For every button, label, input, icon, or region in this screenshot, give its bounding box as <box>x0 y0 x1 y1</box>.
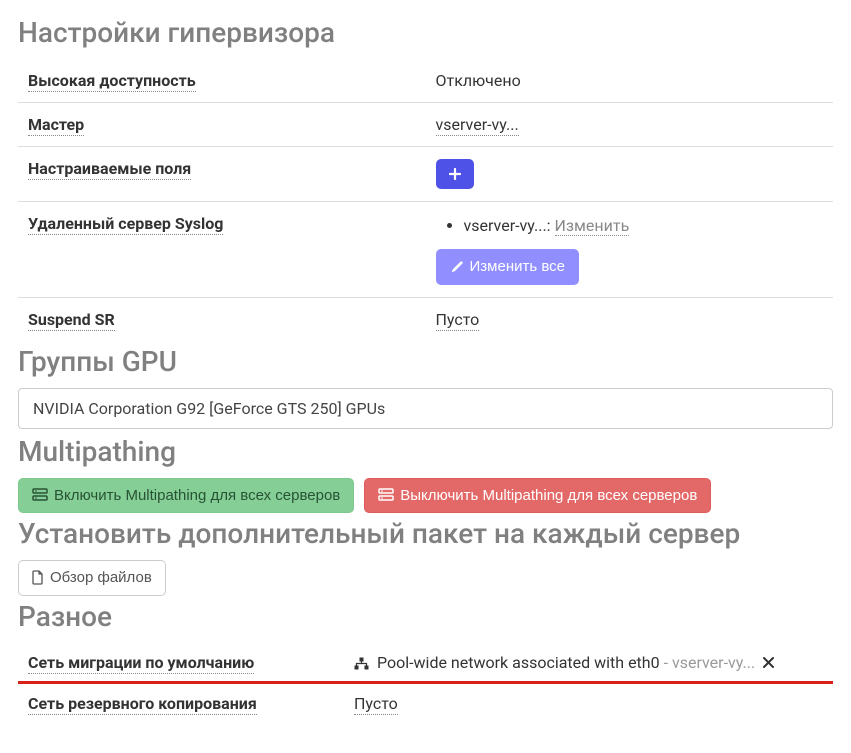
migration-network-value[interactable]: Pool-wide network associated with eth0 <box>377 653 660 672</box>
storage-icon <box>378 488 394 502</box>
install-pack-title: Установить дополнительный пакет на кажды… <box>18 517 833 550</box>
hypervisor-settings-title: Настройки гипервизора <box>18 16 833 49</box>
gpu-group-item[interactable]: NVIDIA Corporation G92 [GeForce GTS 250]… <box>18 388 833 429</box>
plus-icon <box>449 168 461 180</box>
syslog-server-name: vserver-vy... <box>464 216 547 235</box>
file-icon <box>32 570 44 585</box>
misc-table: Сеть миграции по умолчанию Pool-wide net… <box>18 643 833 723</box>
migration-network-row: Сеть миграции по умолчанию Pool-wide net… <box>18 643 833 683</box>
backup-network-row: Сеть резервного копирования Пусто <box>18 682 833 723</box>
clear-migration-network-button[interactable] <box>763 653 774 672</box>
suspend-sr-label: Suspend SR <box>18 297 426 341</box>
master-value[interactable]: vserver-vy... <box>426 103 834 147</box>
network-icon <box>354 657 369 670</box>
edit-all-label: Изменить все <box>470 257 565 277</box>
custom-fields-label: Настраиваемые поля <box>18 147 426 202</box>
add-custom-field-button[interactable] <box>436 159 474 189</box>
suspend-sr-value[interactable]: Пусто <box>426 297 834 341</box>
browse-files-button[interactable]: Обзор файлов <box>18 560 166 596</box>
multipathing-title: Multipathing <box>18 435 833 468</box>
browse-files-label: Обзор файлов <box>50 568 152 588</box>
syslog-edit-link[interactable]: Изменить <box>555 216 630 236</box>
enable-multipathing-button[interactable]: Включить Multipathing для всех серверов <box>18 478 354 514</box>
enable-multipathing-label: Включить Multipathing для всех серверов <box>54 486 340 506</box>
ha-label: Высокая доступность <box>18 59 426 103</box>
disable-multipathing-label: Выключить Multipathing для всех серверов <box>400 486 697 506</box>
disable-multipathing-button[interactable]: Выключить Multipathing для всех серверов <box>364 478 711 514</box>
master-label: Мастер <box>18 103 426 147</box>
backup-network-label: Сеть резервного копирования <box>18 682 344 723</box>
migration-network-suffix: - vserver-vy... <box>660 653 756 672</box>
migration-network-label: Сеть миграции по умолчанию <box>18 643 344 683</box>
gpu-groups-title: Группы GPU <box>18 345 833 378</box>
syslog-list: vserver-vy...: Изменить <box>436 214 824 237</box>
misc-title: Разное <box>18 600 833 633</box>
syslog-label: Удаленный сервер Syslog <box>18 202 426 298</box>
storage-icon <box>32 488 48 502</box>
backup-network-value[interactable]: Пусто <box>344 682 833 723</box>
syslog-list-item: vserver-vy...: Изменить <box>464 214 824 237</box>
ha-value: Отключено <box>426 59 834 103</box>
pencil-icon <box>450 260 464 274</box>
hypervisor-settings-table: Высокая доступность Отключено Мастер vse… <box>18 59 833 341</box>
edit-all-button[interactable]: Изменить все <box>436 249 579 285</box>
